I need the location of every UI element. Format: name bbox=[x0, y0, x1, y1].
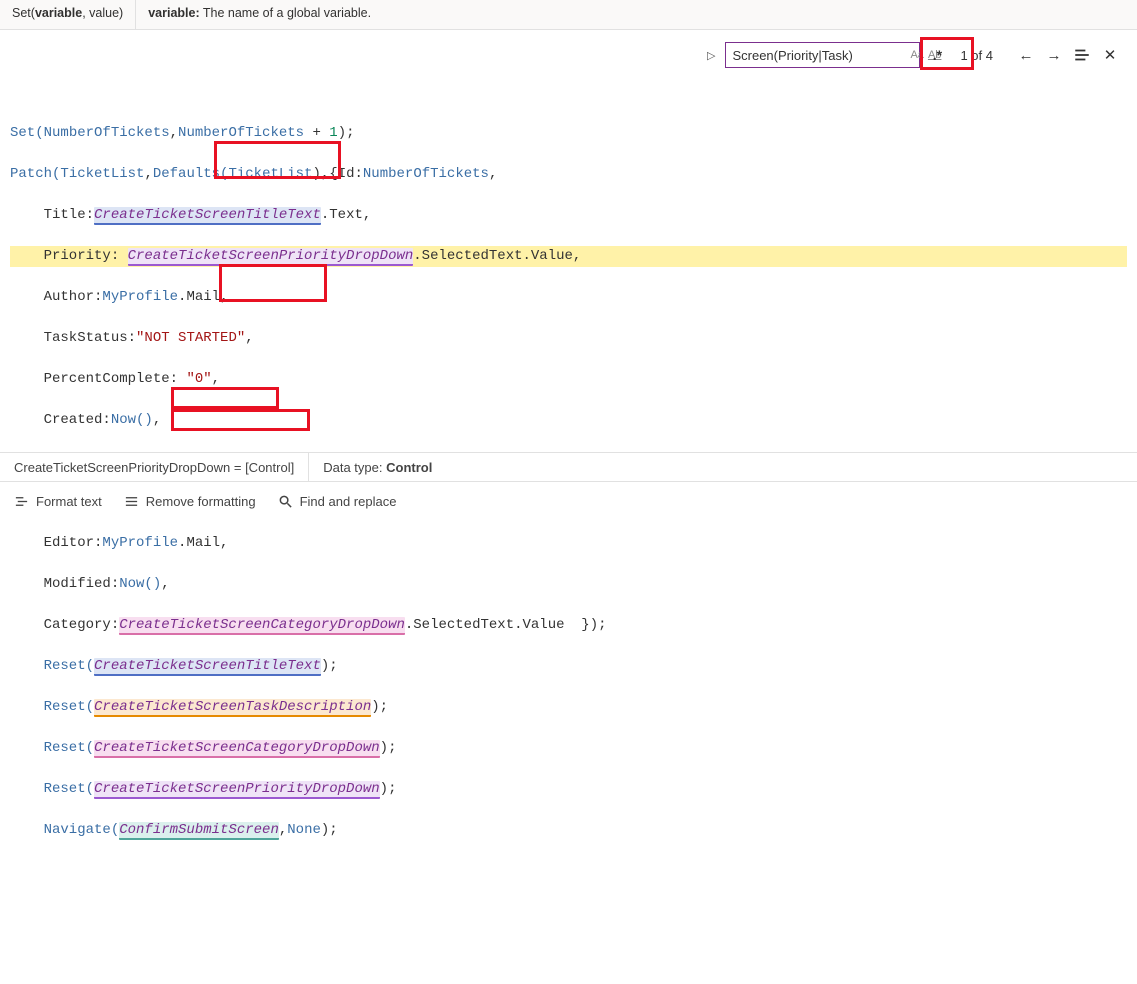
code-ctrl-priority: CreateTicketScreenPriorityDropDown bbox=[94, 781, 380, 799]
code-token: + bbox=[304, 125, 329, 141]
code-token: Now() bbox=[111, 412, 153, 428]
code-token: Priority: bbox=[10, 248, 128, 264]
code-token: PercentComplete: bbox=[10, 371, 186, 387]
info-datatype: Data type: Control bbox=[309, 453, 446, 481]
code-token: Editor: bbox=[10, 535, 102, 551]
code-token: , bbox=[170, 125, 178, 141]
signature-desc: variable: The name of a global variable. bbox=[136, 0, 383, 29]
find-panel: ▷ Aa Ab .* 1 of 4 ← → ✕ bbox=[697, 38, 1125, 72]
code-token: Created: bbox=[10, 412, 111, 428]
code-token: MyProfile bbox=[102, 289, 178, 305]
sig-arg1: variable bbox=[35, 6, 82, 20]
code-token: .Text, bbox=[321, 207, 371, 223]
code-token: None bbox=[287, 822, 321, 838]
match-case-icon[interactable]: Aa bbox=[908, 49, 925, 61]
remove-formatting-button[interactable]: Remove formatting bbox=[124, 494, 256, 509]
code-token: Author: bbox=[10, 289, 102, 305]
code-token: , bbox=[245, 330, 253, 346]
code-token: .SelectedText.Value, bbox=[413, 248, 581, 264]
code-token: Reset( bbox=[10, 658, 94, 674]
find-input[interactable] bbox=[732, 48, 908, 63]
code-token: TaskStatus: bbox=[10, 330, 136, 346]
code-token: ); bbox=[321, 658, 338, 674]
code-token: ); bbox=[338, 125, 355, 141]
code-token: Category: bbox=[10, 617, 119, 633]
code-token: ); bbox=[321, 822, 338, 838]
next-match-icon[interactable]: → bbox=[1045, 46, 1063, 64]
find-input-wrap: Aa Ab bbox=[725, 42, 920, 68]
code-ctrl-title: CreateTicketScreenTitleText bbox=[94, 207, 321, 225]
code-token: "NOT STARTED" bbox=[136, 330, 245, 346]
code-token: Defaults( bbox=[153, 166, 229, 182]
code-ctrl-priority: CreateTicketScreenPriorityDropDown bbox=[128, 248, 414, 266]
action-bar: Format text Remove formatting Find and r… bbox=[0, 484, 1137, 518]
prev-match-icon[interactable]: ← bbox=[1017, 46, 1035, 64]
find-count: 1 of 4 bbox=[954, 48, 999, 63]
code-token: , bbox=[144, 166, 152, 182]
code-token: Navigate( bbox=[10, 822, 119, 838]
code-ctrl-confirm: ConfirmSubmitScreen bbox=[119, 822, 279, 840]
code-token: TicketList bbox=[60, 166, 144, 182]
code-ctrl-desc: CreateTicketScreenTaskDescription bbox=[94, 699, 371, 717]
formula-editor[interactable]: Set(NumberOfTickets,NumberOfTickets + 1)… bbox=[0, 30, 1137, 430]
code-ctrl-title: CreateTicketScreenTitleText bbox=[94, 658, 321, 676]
code-token: MyProfile bbox=[102, 535, 178, 551]
code-token: .Mail, bbox=[178, 289, 228, 305]
signature-text: Set(variable, value) bbox=[0, 0, 136, 29]
find-nav: ← → ✕ bbox=[1017, 46, 1119, 64]
code-token: TicketList bbox=[228, 166, 312, 182]
code-token: Set( bbox=[10, 125, 44, 141]
code-token: , bbox=[161, 576, 169, 592]
find-expand-icon[interactable]: ▷ bbox=[703, 47, 719, 64]
code-token: NumberOfTickets bbox=[178, 125, 304, 141]
sig-arg2: value bbox=[89, 6, 119, 20]
code-token: Reset( bbox=[10, 740, 94, 756]
code-token: ); bbox=[371, 699, 388, 715]
code-token: NumberOfTickets bbox=[363, 166, 489, 182]
code-ctrl-category: CreateTicketScreenCategoryDropDown bbox=[94, 740, 380, 758]
close-find-icon[interactable]: ✕ bbox=[1101, 46, 1119, 64]
format-text-label: Format text bbox=[36, 494, 102, 509]
find-in-selection-icon[interactable] bbox=[1073, 46, 1091, 64]
find-replace-button[interactable]: Find and replace bbox=[278, 494, 397, 509]
code-token: , bbox=[212, 371, 220, 387]
code-token: Title: bbox=[10, 207, 94, 223]
signature-bar: Set(variable, value) variable: The name … bbox=[0, 0, 1137, 30]
desc-text: The name of a global variable. bbox=[203, 6, 371, 20]
code-token: Reset( bbox=[10, 781, 94, 797]
code-token: "0" bbox=[186, 371, 211, 387]
code-token: NumberOfTickets bbox=[44, 125, 170, 141]
code-token: ),{Id: bbox=[312, 166, 362, 182]
code-token: 1 bbox=[329, 125, 337, 141]
code-token: ); bbox=[380, 781, 397, 797]
desc-term: variable: bbox=[148, 6, 199, 20]
format-text-button[interactable]: Format text bbox=[14, 494, 102, 509]
code-token: .Mail, bbox=[178, 535, 228, 551]
code-token: ); bbox=[380, 740, 397, 756]
code-token: , bbox=[279, 822, 287, 838]
info-control-name: CreateTicketScreenPriorityDropDown = [Co… bbox=[0, 453, 309, 481]
code-token: Now() bbox=[119, 576, 161, 592]
remove-formatting-label: Remove formatting bbox=[146, 494, 256, 509]
regex-toggle-icon[interactable]: .* bbox=[926, 44, 948, 66]
code-token: Patch( bbox=[10, 166, 60, 182]
code-token: .SelectedText.Value }); bbox=[405, 617, 607, 633]
find-replace-label: Find and replace bbox=[300, 494, 397, 509]
code-token: Modified: bbox=[10, 576, 119, 592]
annotation-box bbox=[171, 387, 279, 409]
code-token: , bbox=[489, 166, 497, 182]
info-bar: CreateTicketScreenPriorityDropDown = [Co… bbox=[0, 452, 1137, 482]
code-ctrl-category: CreateTicketScreenCategoryDropDown bbox=[119, 617, 405, 635]
sig-fn: Set bbox=[12, 6, 31, 20]
code-token: Reset( bbox=[10, 699, 94, 715]
code-token: , bbox=[153, 412, 161, 428]
